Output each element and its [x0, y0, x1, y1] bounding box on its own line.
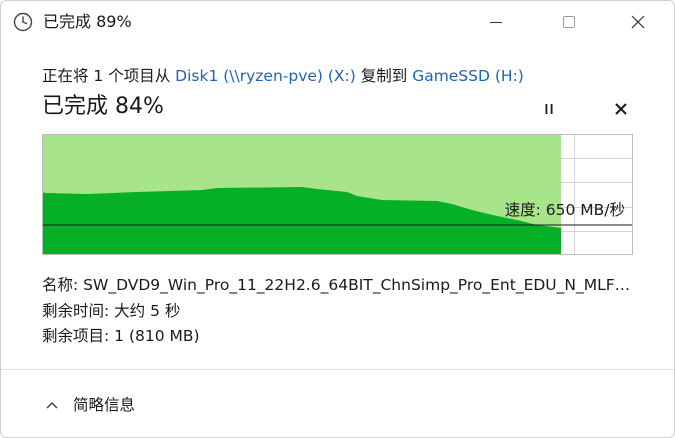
dialog-footer: 简略信息 [1, 370, 674, 437]
minimize-icon [490, 22, 502, 23]
speed-label: 速度: 650 MB/秒 [504, 201, 625, 219]
speed-graph-canvas [42, 134, 633, 255]
transfer-speed-graph: 速度: 650 MB/秒 [42, 134, 633, 255]
time-value: 大约 5 秒 [114, 302, 181, 320]
pause-icon [545, 104, 553, 114]
copy-description: 正在将 1 个项目从 Disk1 (\\ryzen-pve) (X:) 复制到 … [42, 65, 524, 87]
title-bar[interactable]: 已完成 89% [1, 1, 674, 43]
time-label: 剩余时间: [42, 302, 115, 320]
chevron-up-icon [46, 402, 58, 409]
fewer-details-button[interactable]: 简略信息 [45, 394, 135, 416]
source-link[interactable]: Disk1 (\\ryzen-pve) (X:) [175, 67, 356, 85]
copy-progress-dialog: 已完成 89% 正在将 1 个项目从 Disk1 (\\ryzen-pve) (… [0, 0, 675, 438]
detail-file-name: 名称: SW_DVD9_Win_Pro_11_22H2.6_64BIT_ChnS… [42, 274, 632, 296]
percent-complete: 已完成 84% [42, 94, 164, 119]
name-value: SW_DVD9_Win_Pro_11_22H2.6_64BIT_ChnSimp_… [83, 276, 632, 294]
items-value: 1 (810 MB) [114, 327, 200, 345]
items-label: 剩余项目: [42, 327, 115, 345]
close-icon [631, 15, 645, 29]
cancel-copy-button[interactable] [609, 98, 633, 120]
destination-link[interactable]: GameSSD (H:) [412, 67, 524, 85]
clock-icon [13, 12, 33, 32]
detail-time-remaining: 剩余时间: 大约 5 秒 [42, 300, 180, 322]
maximize-button[interactable] [546, 1, 592, 43]
minimize-button[interactable] [473, 1, 519, 43]
copy-prefix: 正在将 1 个项目从 [42, 67, 176, 85]
maximize-icon [563, 16, 575, 28]
detail-items-remaining: 剩余项目: 1 (810 MB) [42, 325, 200, 347]
close-window-button[interactable] [615, 1, 661, 43]
close-icon [615, 103, 627, 115]
fewer-details-label: 简略信息 [73, 396, 136, 414]
window-title: 已完成 89% [43, 12, 132, 31]
pause-button[interactable] [537, 98, 561, 120]
name-label: 名称: [42, 276, 84, 294]
copy-middle: 复制到 [355, 67, 413, 85]
